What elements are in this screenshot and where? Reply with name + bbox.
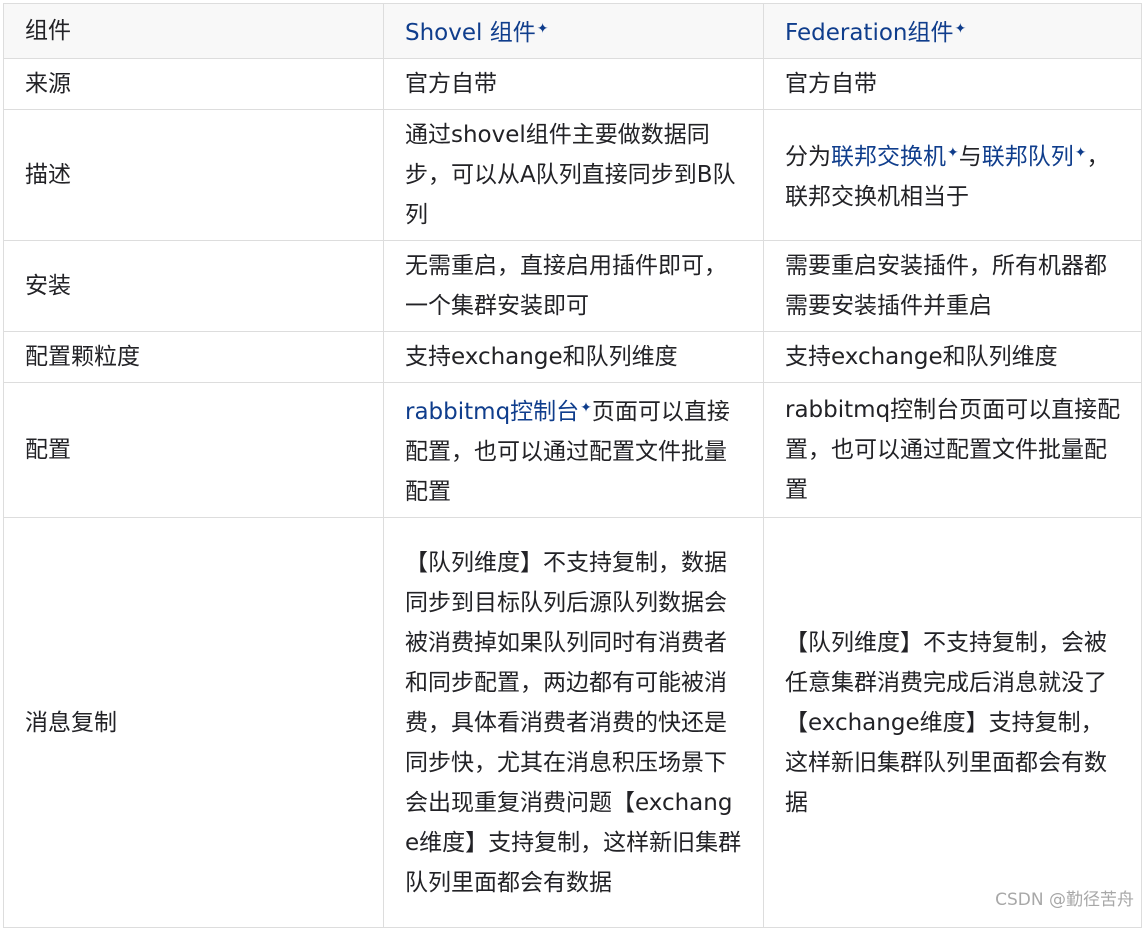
row-label-source: 来源 xyxy=(3,58,384,110)
row-label-install: 安装 xyxy=(3,240,384,332)
link-marker-icon: ✦ xyxy=(536,21,549,37)
table-row-source: 来源 官方自带 官方自带 xyxy=(3,58,1142,110)
header-cell-component: 组件 xyxy=(3,3,384,59)
comparison-table: 组件 Shovel 组件✦ Federation组件✦ 来源 官方自带 官方自带… xyxy=(3,3,1142,928)
table-row-description: 描述 通过shovel组件主要做数据同步，可以从A队列直接同步到B队列 分为联邦… xyxy=(3,109,1142,241)
federation-queue-link[interactable]: 联邦队列 xyxy=(982,144,1074,170)
header-component-label: 组件 xyxy=(25,18,71,44)
shovel-component-link[interactable]: Shovel 组件 xyxy=(405,20,536,46)
federation-description-mid: 与 xyxy=(958,144,982,170)
federation-description-cell: 分为联邦交换机✦与联邦队列✦，联邦交换机相当于 xyxy=(763,109,1142,241)
federation-source-cell: 官方自带 xyxy=(763,58,1142,110)
shovel-source-cell: 官方自带 xyxy=(383,58,764,110)
shovel-description-cell: 通过shovel组件主要做数据同步，可以从A队列直接同步到B队列 xyxy=(383,109,764,241)
rabbitmq-console-link[interactable]: rabbitmq控制台 xyxy=(405,399,579,425)
federation-granularity-cell: 支持exchange和队列维度 xyxy=(763,331,1142,383)
federation-config-cell: rabbitmq控制台页面可以直接配置，也可以通过配置文件批量配置 xyxy=(763,382,1142,518)
table-row-granularity: 配置颗粒度 支持exchange和队列维度 支持exchange和队列维度 xyxy=(3,331,1142,383)
link-marker-icon: ✦ xyxy=(954,21,967,37)
table-row-install: 安装 无需重启，直接启用插件即可，一个集群安装即可 需要重启安装插件，所有机器都… xyxy=(3,240,1142,332)
link-marker-icon: ✦ xyxy=(1074,145,1087,161)
federation-exchange-link[interactable]: 联邦交换机 xyxy=(831,144,946,170)
shovel-config-cell: rabbitmq控制台✦页面可以直接配置，也可以通过配置文件批量配置 xyxy=(383,382,764,518)
row-label-config: 配置 xyxy=(3,382,384,518)
shovel-replication-cell: 【队列维度】不支持复制，数据同步到目标队列后源队列数据会被消费掉如果队列同时有消… xyxy=(383,517,764,928)
federation-description-prefix: 分为 xyxy=(785,144,831,170)
federation-install-cell: 需要重启安装插件，所有机器都需要安装插件并重启 xyxy=(763,240,1142,332)
header-cell-shovel[interactable]: Shovel 组件✦ xyxy=(383,3,764,59)
federation-replication-cell: 【队列维度】不支持复制，会被任意集群消费完成后消息就没了【exchange维度】… xyxy=(763,517,1142,928)
row-label-description: 描述 xyxy=(3,109,384,241)
csdn-watermark: CSDN @勤径苦舟 xyxy=(995,890,1134,910)
shovel-install-cell: 无需重启，直接启用插件即可，一个集群安装即可 xyxy=(383,240,764,332)
header-cell-federation[interactable]: Federation组件✦ xyxy=(763,3,1142,59)
link-marker-icon: ✦ xyxy=(580,400,592,416)
table-header-row: 组件 Shovel 组件✦ Federation组件✦ xyxy=(3,3,1142,59)
table-row-config: 配置 rabbitmq控制台✦页面可以直接配置，也可以通过配置文件批量配置 ra… xyxy=(3,382,1142,518)
link-marker-icon: ✦ xyxy=(947,145,959,161)
shovel-granularity-cell: 支持exchange和队列维度 xyxy=(383,331,764,383)
table-row-replication: 消息复制 【队列维度】不支持复制，数据同步到目标队列后源队列数据会被消费掉如果队… xyxy=(3,517,1142,928)
federation-component-link[interactable]: Federation组件 xyxy=(785,20,953,46)
row-label-replication: 消息复制 xyxy=(3,517,384,928)
row-label-granularity: 配置颗粒度 xyxy=(3,331,384,383)
